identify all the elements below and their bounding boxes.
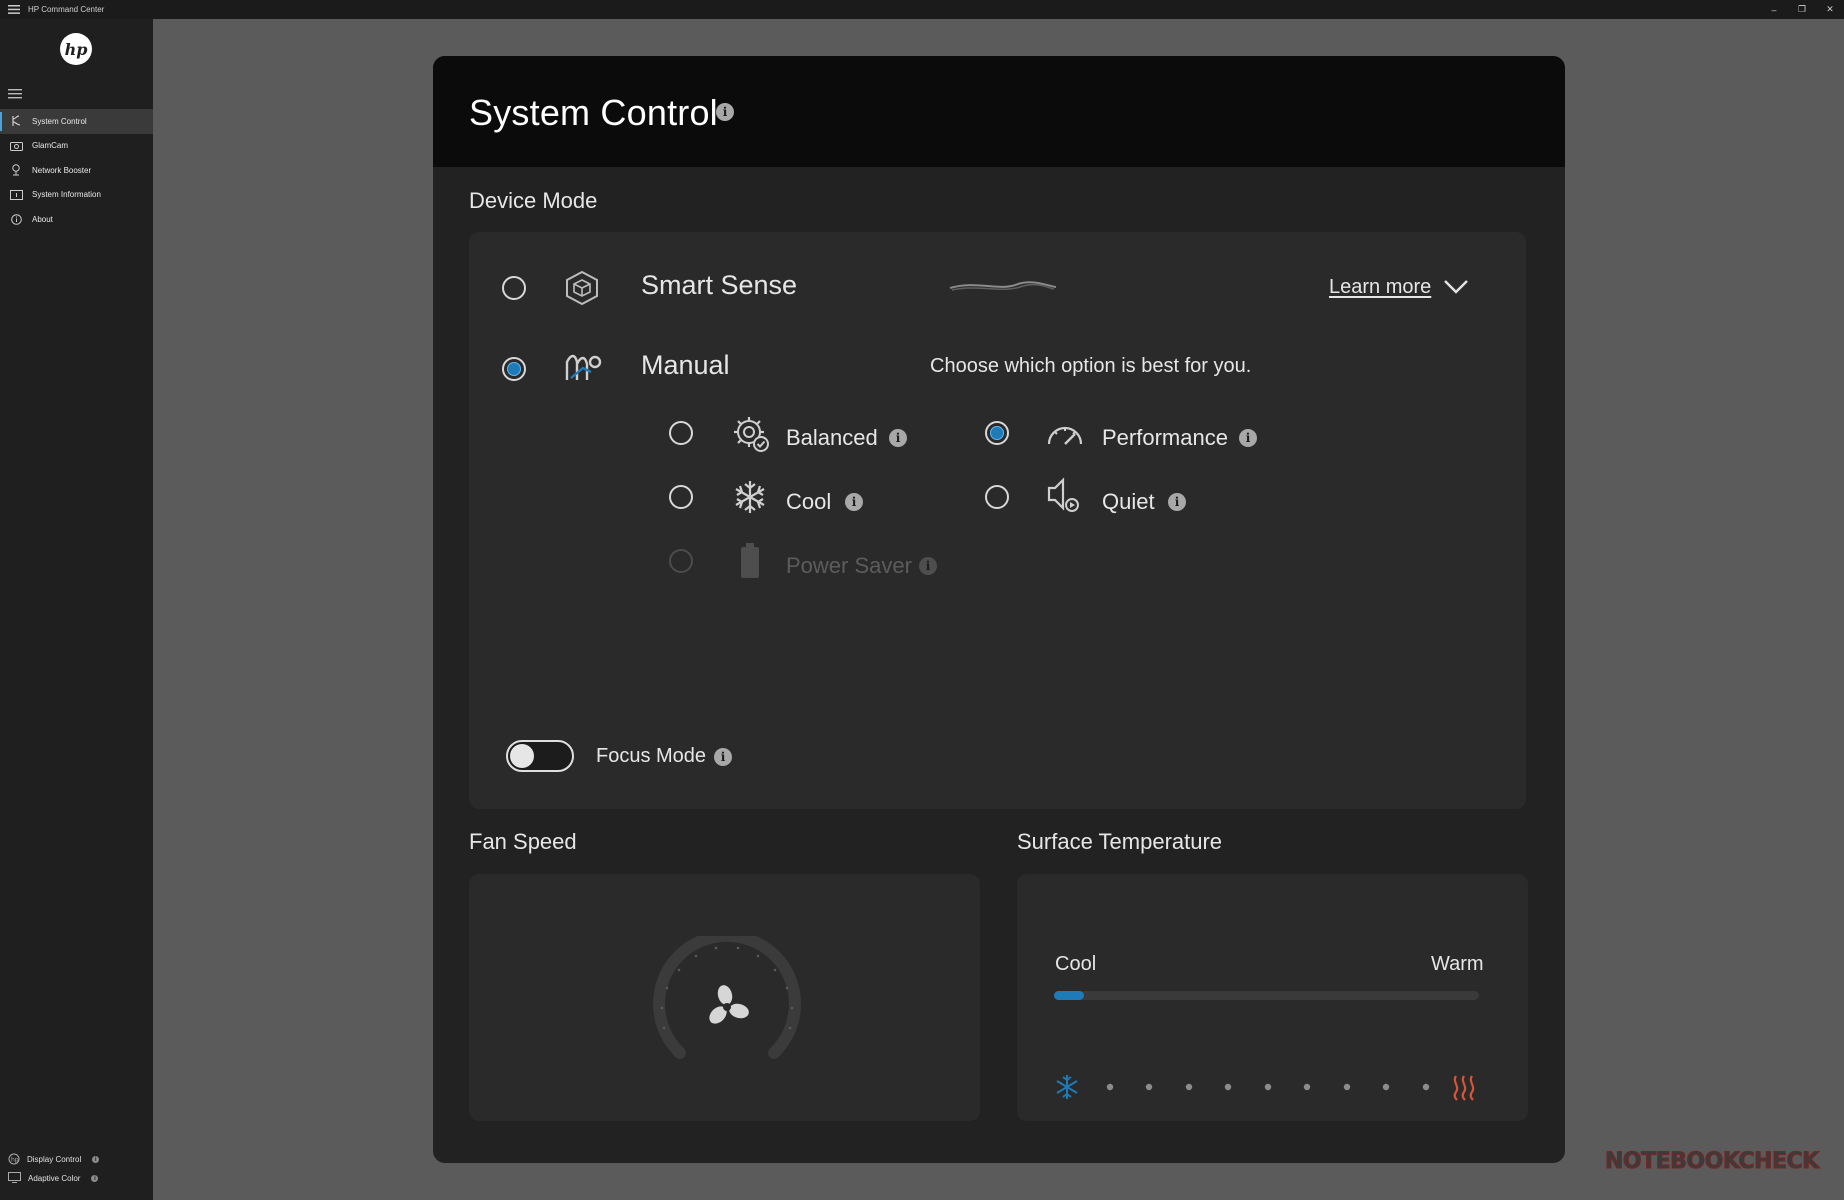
temperature-warm-label: Warm: [1431, 953, 1484, 975]
smart-sense-radio[interactable]: [502, 276, 526, 300]
temperature-meter-fill: [1054, 991, 1084, 1000]
info-icon[interactable]: i: [1168, 493, 1186, 511]
manual-radio[interactable]: [502, 357, 526, 381]
camera-icon: [9, 140, 23, 152]
smart-sense-label: Smart Sense: [641, 270, 798, 300]
balanced-radio[interactable]: [669, 421, 693, 445]
monitor-icon: [8, 1172, 21, 1185]
sidebar-nav: System Control GlamCam Network Booster S…: [0, 109, 153, 232]
network-icon: [9, 164, 23, 176]
about-icon: [9, 213, 23, 225]
power-saver-radio[interactable]: [669, 549, 693, 573]
hamburger-menu-icon[interactable]: [8, 87, 22, 99]
device-mode-label: Device Mode: [469, 188, 598, 213]
page-title: System Control: [469, 92, 718, 133]
notebookcheck-watermark: NOTEBOOKCHECK: [1605, 1149, 1820, 1175]
device-mode-card: [469, 232, 1526, 736]
info-icon[interactable]: i: [889, 429, 907, 447]
minimize-button[interactable]: –: [1760, 0, 1788, 19]
sidebar-item-about[interactable]: About: [0, 207, 153, 232]
hp-logo: hp: [60, 33, 92, 65]
sidebar-item-label: Display Control: [27, 1155, 82, 1164]
title-bar: HP Command Center – ❐ ✕: [0, 0, 1844, 19]
gear-check-icon: [731, 414, 771, 454]
info-icon[interactable]: i: [1239, 429, 1257, 447]
speaker-icon: [1045, 476, 1085, 516]
panel-header: System Control i: [433, 56, 1565, 167]
manual-hint-text: Choose which option is best for you.: [930, 355, 1252, 377]
sidebar-bottom: hp Display Control i Adaptive Color i: [0, 1150, 153, 1188]
info-icon[interactable]: i: [91, 1175, 99, 1182]
focus-mode-toggle[interactable]: [506, 740, 574, 772]
sidebar-item-system-control[interactable]: System Control: [0, 109, 153, 134]
sidebar-item-label: Network Booster: [32, 165, 92, 175]
svg-text:hp: hp: [11, 1156, 19, 1163]
sidebar-item-system-information[interactable]: System Information: [0, 183, 153, 208]
temperature-cool-label: Cool: [1055, 953, 1097, 975]
fan-speed-label: Fan Speed: [469, 829, 577, 854]
sidebar-item-label: Adaptive Color: [28, 1174, 81, 1183]
info-icon[interactable]: i: [92, 1156, 100, 1163]
snowflake-icon: [731, 478, 771, 518]
info-icon: i: [919, 557, 937, 575]
sidebar-item-label: About: [32, 214, 53, 224]
speedometer-icon: [1045, 416, 1085, 456]
quiet-radio[interactable]: [985, 485, 1009, 509]
smart-sense-wave-graphic: [948, 274, 1058, 298]
system-control-icon: [9, 115, 23, 127]
power-saver-label: Power Saver: [786, 553, 912, 578]
learn-more-link[interactable]: Learn more: [1329, 276, 1431, 299]
cube-icon: [563, 269, 603, 309]
restore-button[interactable]: ❐: [1788, 0, 1816, 19]
performance-radio[interactable]: [985, 421, 1009, 445]
focus-mode-label: Focus Mode: [596, 745, 707, 767]
temperature-meter: [1054, 991, 1479, 1000]
info-icon[interactable]: i: [714, 748, 732, 766]
sidebar-item-label: System Control: [32, 116, 87, 126]
chevron-down-icon[interactable]: [1443, 278, 1469, 296]
window-title: HP Command Center: [28, 5, 105, 14]
quiet-label: Quiet: [1102, 489, 1155, 514]
heat-waves-icon: [1453, 1075, 1475, 1101]
manual-label: Manual: [641, 350, 730, 380]
cool-label: Cool: [786, 489, 832, 514]
sidebar-item-glamcam[interactable]: GlamCam: [0, 134, 153, 159]
temperature-scale: [1054, 1072, 1479, 1102]
manual-wave-icon: [563, 350, 603, 390]
sidebar-item-label: System Information: [32, 190, 101, 200]
snowflake-icon: [1056, 1075, 1078, 1099]
battery-icon: [737, 542, 777, 582]
sidebar: hp System Control GlamCam Network Booste…: [0, 19, 153, 1200]
display-control-icon: hp: [8, 1153, 20, 1167]
balanced-label: Balanced: [786, 425, 878, 450]
close-button[interactable]: ✕: [1816, 0, 1844, 19]
info-screen-icon: [9, 189, 23, 201]
cool-radio[interactable]: [669, 485, 693, 509]
fan-icon: [705, 984, 749, 1028]
sidebar-item-adaptive-color[interactable]: Adaptive Color i: [0, 1169, 153, 1188]
performance-label: Performance: [1102, 425, 1228, 450]
info-icon[interactable]: i: [716, 103, 734, 121]
info-icon[interactable]: i: [845, 493, 863, 511]
system-control-panel: System Control i Device Mode Smart Sense…: [433, 56, 1565, 1163]
sidebar-item-network-booster[interactable]: Network Booster: [0, 158, 153, 183]
surface-temperature-label: Surface Temperature: [1017, 829, 1223, 854]
sidebar-item-label: GlamCam: [32, 141, 69, 151]
app-menu-icon[interactable]: [0, 0, 28, 19]
sidebar-item-display-control[interactable]: hp Display Control i: [0, 1150, 153, 1169]
